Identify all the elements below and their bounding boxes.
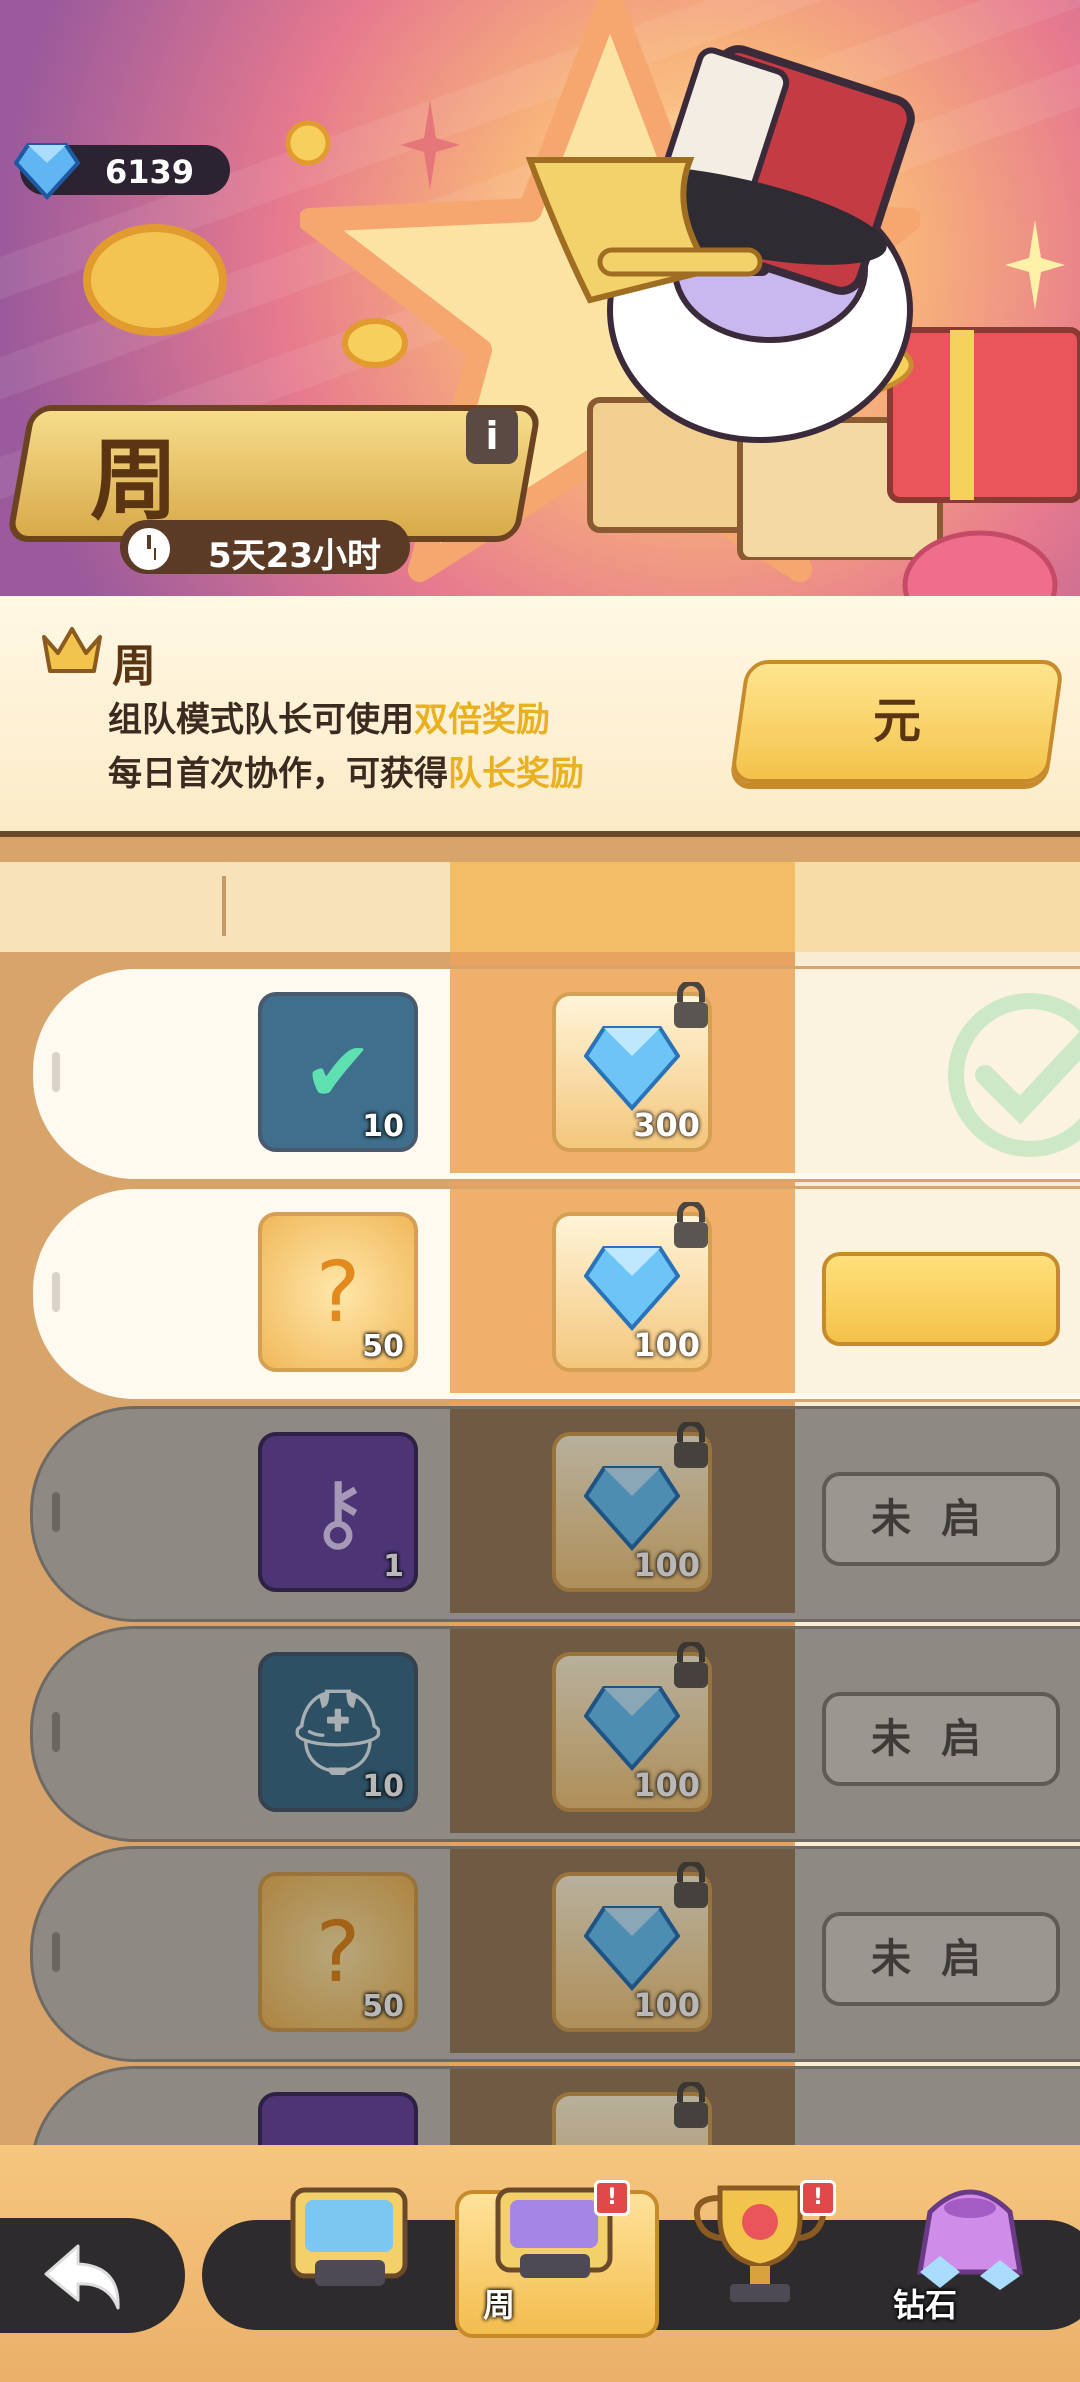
lock-icon <box>674 1422 708 1468</box>
speech-bubble-icon <box>902 530 1058 600</box>
map-check-icon[interactable]: ✔ 10 <box>258 992 418 1152</box>
trumpet-mascot <box>525 45 1080 560</box>
coin-decoration-icon <box>342 318 408 368</box>
lock-icon <box>674 1862 708 1908</box>
timer-text: 5天23小时 <box>208 536 381 576</box>
reward-row: ? 50 100 <box>30 1186 1080 1402</box>
hammer-key-icon[interactable]: ⚷ 1 <box>258 1432 418 1592</box>
reward-row: ✔ 10 300 <box>30 966 1080 1182</box>
coin-decoration-icon <box>83 224 227 336</box>
back-button[interactable] <box>0 2218 185 2333</box>
benefit-line-1: 组队模式队长可使用双倍奖励 <box>108 700 550 740</box>
sparkle-icon <box>1005 220 1065 310</box>
helmet-map-icon[interactable]: ⛑ 10 <box>258 1652 418 1812</box>
track-header-premium <box>450 862 795 952</box>
reward-row: ⚷ 1 100 未启 <box>30 1406 1080 1622</box>
back-arrow-icon <box>44 2244 120 2310</box>
gem-count: 6139 <box>105 153 195 191</box>
locked-status-button[interactable]: 未启 <box>822 1912 1060 2006</box>
track-header-status <box>795 862 1080 952</box>
purchase-button[interactable]: 元 <box>729 660 1065 783</box>
lock-icon <box>674 1202 708 1248</box>
claimed-check-icon <box>948 993 1080 1157</box>
lock-icon <box>674 982 708 1028</box>
info-icon: i <box>485 414 499 458</box>
reward-row: ⛑ 10 100 未启 <box>30 1626 1080 1842</box>
blue-pass-icon <box>290 2187 408 2286</box>
lock-icon <box>674 2082 708 2128</box>
claim-button[interactable] <box>822 1252 1060 1346</box>
tab-diamond-shop[interactable] <box>900 2172 1040 2292</box>
diamond-icon <box>584 1026 680 1112</box>
diamond-icon <box>584 1906 680 1992</box>
gem-counter: 6139 <box>14 143 230 200</box>
track-header-divider <box>222 876 226 936</box>
strip-title: 周 <box>112 641 156 692</box>
mystery-bottle-icon[interactable]: ? 50 <box>258 1212 418 1372</box>
page-title: 周 <box>90 429 179 532</box>
coin-decoration-icon <box>285 120 331 166</box>
benefit-line-2: 每日首次协作，可获得队长奖励 <box>108 754 584 794</box>
info-button[interactable]: i <box>466 408 518 464</box>
locked-status-button[interactable]: 未启 <box>822 1692 1060 1786</box>
diamond-icon <box>584 1686 680 1772</box>
crown-icon <box>42 627 102 673</box>
notification-badge: ! <box>594 2180 630 2216</box>
gem-icon <box>14 143 80 200</box>
mystery-bottle-icon[interactable]: ? 50 <box>258 1872 418 2032</box>
tab-label-weekly: 周 <box>483 2286 516 2324</box>
diamond-icon <box>584 1246 680 1332</box>
tab-blue-pass[interactable] <box>285 2180 415 2300</box>
lock-icon <box>674 1642 708 1688</box>
sparkle-icon <box>400 100 460 190</box>
tab-label-diamond: 钻石 <box>893 2286 958 2324</box>
reward-row: ? 50 100 未启 <box>30 1846 1080 2062</box>
notification-badge: ! <box>800 2180 836 2216</box>
diamond-icon <box>584 1466 680 1552</box>
diamond-bag-icon <box>917 2189 1023 2290</box>
clock-icon <box>124 524 174 574</box>
locked-status-button[interactable]: 未启 <box>822 1472 1060 1566</box>
